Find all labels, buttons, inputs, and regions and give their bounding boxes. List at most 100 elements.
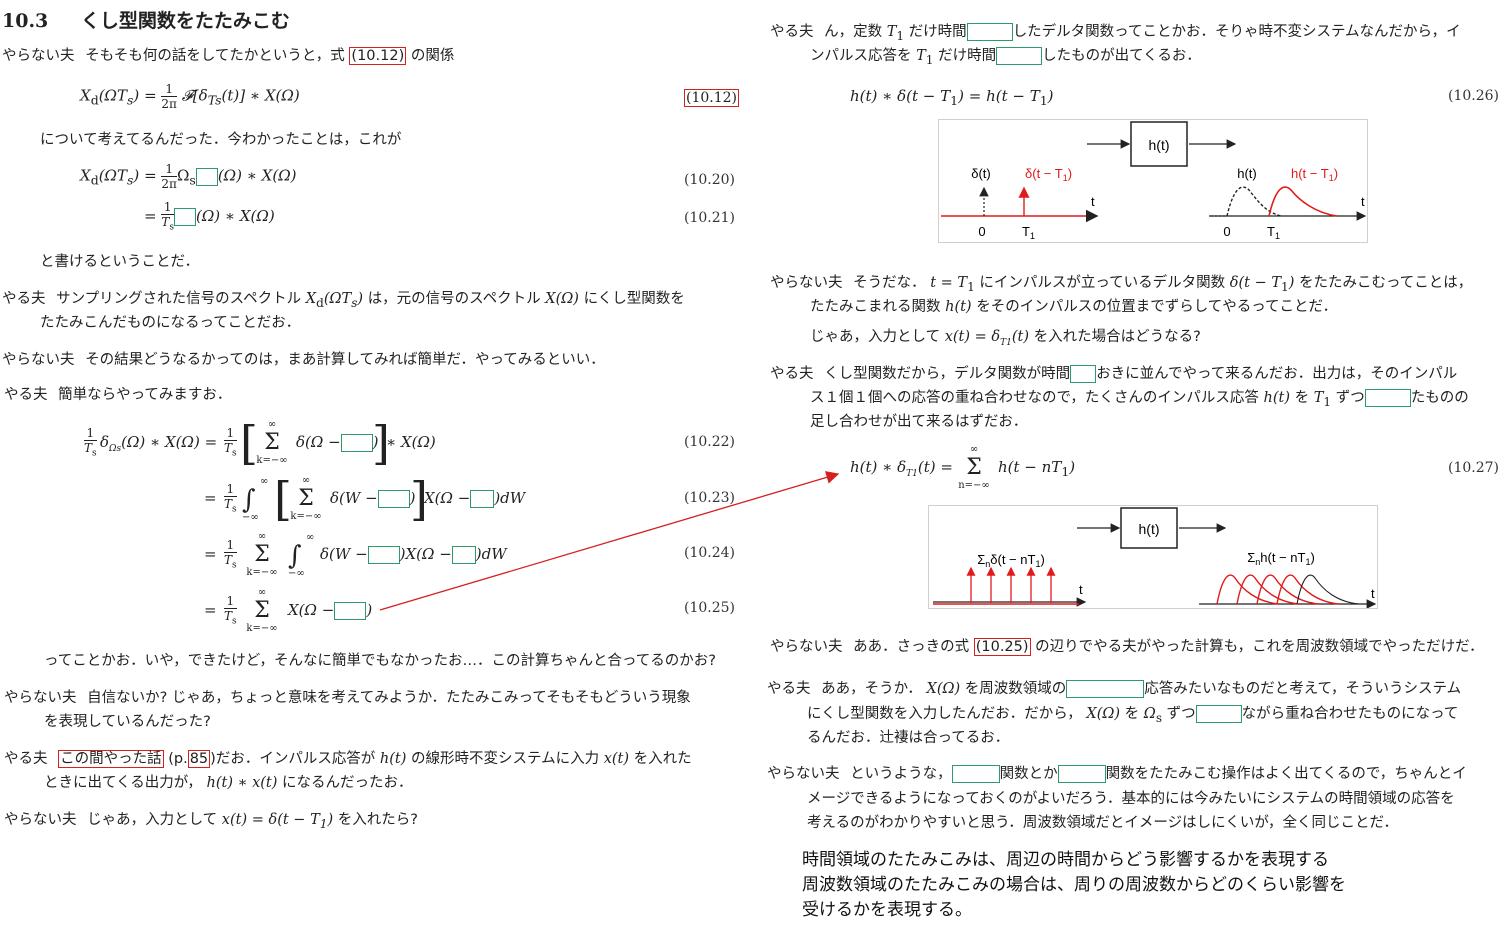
dialogue-continuation: ス１個１個への応答の重ね合わせなので，たくさんのインパルス応答 h(t) を T… [810,389,1469,409]
equation-10-23: = 1 Ts ∞ ∫ −∞ [ ∞ Σ k=−∞ δ(W −) ] X(Ω −)… [204,472,526,526]
fill-in-blank[interactable] [1057,765,1106,783]
note-line: 時間領域のたたみこみは、周辺の時間からどう影響するかを表現する [802,850,1329,870]
dialogue-text: だけ時間 [908,24,967,40]
dialogue-text: にくし型関数を [583,291,685,307]
section-heading: 10.3 くし型関数をたたみこむ [2,6,290,33]
dialogue-line: やる夫 ああ，そうか． X(Ω) を周波数領域の 応答みたいなものだと考えて，そう… [767,680,1462,698]
fill-in-blank[interactable] [951,765,1000,783]
speaker-label: やらない夫 [770,275,843,291]
speaker-label: やらない夫 [4,812,77,828]
fill-in-blank[interactable] [451,546,476,564]
dialogue-line: やる夫 くし型関数だから，デルタ関数が時間 おきに並んでやって来るんだお．出力は，… [770,364,1457,384]
dialogue-text: の線形時不変システムに入力 [411,751,600,767]
fill-in-blank[interactable] [966,23,1013,41]
equation-10-26: h(t) ∗ δ(t − T1) = h(t − T1) [850,87,1054,108]
origin-label: 0 [978,224,985,239]
response-label: h(t) [1237,166,1257,181]
fill-in-blank[interactable] [334,602,367,620]
annotation-note: 時間領域のたたみこみは、周辺の時間からどう影響するかを表現する 周波数領域のたた… [802,848,1346,923]
note-line: 受けるかを表現する。 [802,900,972,920]
speaker-label: やらない夫 [2,48,75,64]
equation-number: (10.22) [684,434,736,450]
fill-in-blank[interactable] [367,546,400,564]
summed-response-curves [1216,574,1340,605]
dialogue-line: やる夫 簡単ならやってみますお． [4,385,231,405]
dialogue-text: をたたみこむってことは， [1299,275,1473,291]
dialogue-text: したデルタ関数ってことかお．そりゃ時不変システムなんだから，イ [1012,24,1461,40]
dialogue-continuation: ときに出てくる出力が， h(t) ∗ x(t) になるんだったお． [44,775,413,791]
equation-number: (10.27) [1448,460,1500,476]
equation-10-20: Xd(ΩTs) = 1 2π Ωs (Ω) ∗ X(Ω) [80,162,297,191]
speaker-label: やらない夫 [2,352,75,368]
equation-number: (10.25) [684,600,736,616]
equation-reference-link[interactable]: (10.12) [349,47,407,65]
fill-in-blank[interactable] [1364,389,1411,407]
dialogue-continuation: を表現しているんだった? [44,714,211,730]
fill-in-blank[interactable] [1070,365,1097,383]
dialogue-text: 関数をたたみこむ操作はよく出てくるので，ちゃんとイ [1105,766,1467,782]
dialogue-text: )だお．インパルス応答が [210,751,376,767]
dialogue-line: やらない夫 そもそも何の話をしてたかというと，式 (10.12) の関係 [2,46,454,66]
dialogue-continuation: メージできるようになっておくのがよいだろう．基本的には今みたいにシステムの時間領… [807,791,1455,807]
dialogue-line: やらない夫 というような， 関数とか 関数をたたみこむ操作はよく出てくるので，ちゃん… [767,764,1467,784]
dialogue-text: その結果どうなるかってのは，まあ計算してみれば簡単だ．やってみるといい． [85,352,605,368]
fill-in-blank[interactable] [1066,680,1145,698]
paragraph-text: と書けるということだ． [40,254,200,270]
dialogue-continuation: 考えるのがわかりやすいと思う．周波数領域だとイメージはしにくいが，全く同じことだ… [807,815,1399,831]
equation-reference-link[interactable]: (10.25) [973,638,1031,656]
equation-number[interactable]: (10.12) [684,89,740,107]
dialogue-line: やらない夫 自信ないか? じゃあ，ちょっと意味を考えてみようか．たたみこみってそ… [4,688,691,708]
dialogue-continuation: じゃあ，入力として x(t) = δT1(t) を入れた場合はどうなる? [810,329,1201,348]
speaker-label: やらない夫 [767,766,840,782]
dialogue-text: 自信ないか? じゃあ，ちょっと意味を考えてみようか．たたみこみってそもそもどうい… [87,690,691,706]
dialogue-continuation: たたみこまれる関数 h(t) をそのインパルスの位置までずらしてやるってことだ． [810,299,1338,315]
dialogue-continuation: るんだお．辻褄は合ってるお． [807,730,1010,746]
page-reference-link[interactable]: 85 [187,750,211,768]
dialogue-line: やらない夫 ああ．さっきの式 (10.25) の辺りでやる夫がやった計算も，これ… [770,637,1484,657]
dialogue-continuation: 足し合わせが出て来るはずだお． [810,414,1028,430]
time-axis-label: t [1091,194,1095,209]
equation-10-27: h(t) ∗ δT1(t) = ∞ Σ n=−∞ h(t − nT1) [850,444,1076,491]
equation-10-24: = 1 Ts ∞ Σ k=−∞ ∞ ∫ −∞ δ(W −)X(Ω −)dW [204,531,507,579]
fill-in-blank[interactable] [195,167,218,186]
dialogue-line: やらない夫 その結果どうなるかってのは，まあ計算してみれば簡単だ．やってみるとい… [2,350,605,370]
dialogue-text: にインパルスが立っているデルタ関数 [979,275,1226,291]
section-title: くし型関数をたたみこむ [80,10,290,32]
paragraph-text: ってことかお．いや，できたけど，そんなに簡単でもなかったお…．この計算ちゃんと合… [44,653,716,669]
shifted-response-label: h(t − T1) [1291,166,1338,183]
paragraph-text: について考えてるんだった．今わかったことは，これが [40,132,402,148]
dialogue-text: そもそも何の話をしてたかというと，式 [85,48,345,64]
equation-10-22: 1 Ts δΩs(Ω) ∗ X(Ω) = 1 Ts [ ∞ Σ k=−∞ δ(Ω… [84,416,436,470]
speaker-label: やる夫 [2,291,46,307]
dialogue-text: おきに並んでやって来るんだお．出力は，そのインパル [1096,366,1458,382]
comb-response-figure: h(t) Σnδ(t − nT1) t Σnh(t − nT1) t [928,505,1378,609]
dialogue-text: を入れた [633,751,692,767]
dialogue-text: の関係 [410,48,455,64]
equation-10-12: Xd(ΩTs) = 1 2π 𝓕[δTs(t)] ∗ X(Ω) [80,82,300,111]
shifted-delta-label: δ(t − T1) [1025,166,1072,183]
fill-in-blank[interactable] [996,47,1043,65]
dialogue-text: サンプリングされた信号のスペクトル [56,291,302,307]
fill-in-blank[interactable] [470,490,495,508]
dialogue-text: じゃあ，入力として [87,812,218,828]
shifted-response-curve [1268,186,1338,217]
fill-in-blank[interactable] [377,490,410,508]
section-reference-link[interactable]: この間やった話 [58,750,164,768]
speaker-label: やる夫 [767,681,811,697]
dialogue-text: (p. [168,751,188,767]
fill-in-blank[interactable] [340,434,373,452]
time-axis-label: t [1079,582,1083,597]
dialogue-text: を入れたら? [337,812,418,828]
equation-number: (10.21) [684,210,736,226]
dialogue-line: やらない夫 じゃあ，入力として x(t) = δ(t − T1) を入れたら? [4,812,418,831]
dialogue-line: やらない夫 そうだな． t = T1 にインパルスが立っているデルタ関数 δ(t… [770,275,1473,294]
dialogue-text: ん，定数 [824,24,883,40]
t1-label: T1 [1267,224,1280,241]
dialogue-continuation: にくし型関数を入力したんだお．だから， X(Ω) を Ωs ずつ ながら重ね合わせ… [807,705,1459,725]
speaker-label: やる夫 [4,387,48,403]
fill-in-blank[interactable] [1195,705,1242,723]
fill-in-blank[interactable] [174,208,196,227]
summed-response-label: Σnh(t − nT1) [1247,550,1315,567]
equation-number: (10.26) [1448,88,1500,104]
impulse-train [966,566,1056,603]
